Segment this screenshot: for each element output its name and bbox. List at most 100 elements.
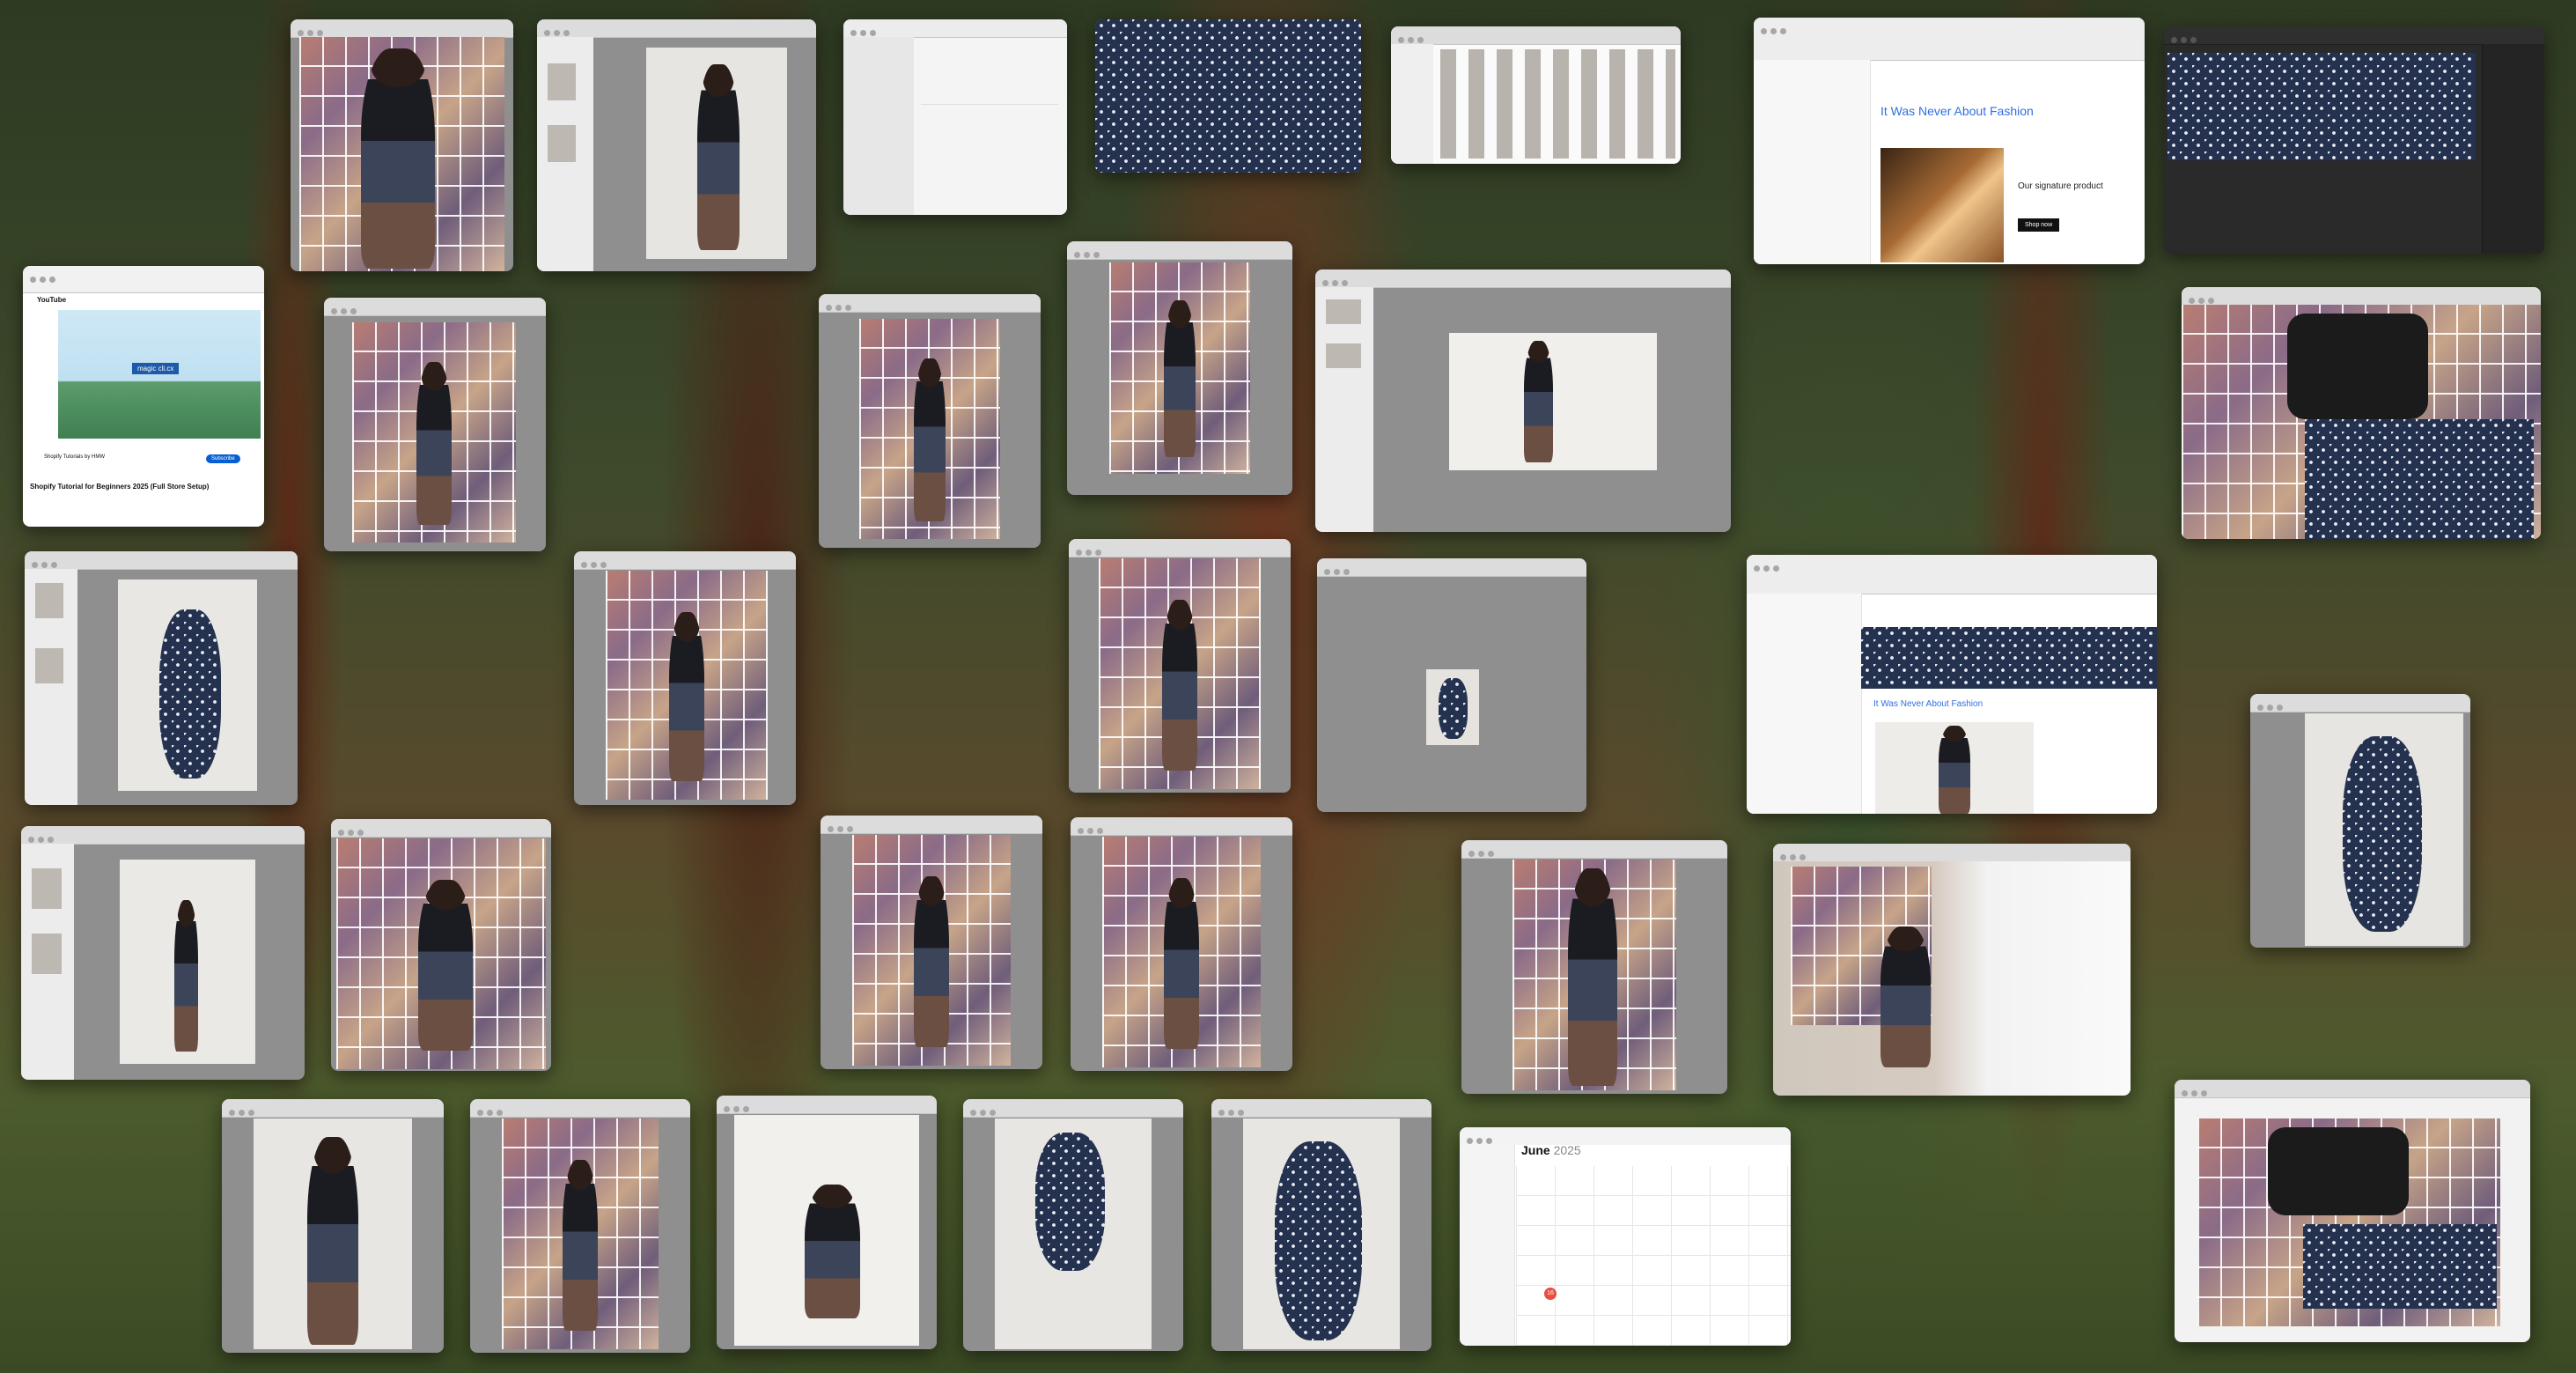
settings-window[interactable] [843,19,1067,215]
window-titlebar[interactable] [843,19,1067,38]
photo-window[interactable] [1071,817,1292,1071]
thumbnail[interactable] [32,868,62,909]
photo-window[interactable] [291,19,513,271]
window-titlebar[interactable] [324,298,546,316]
editor-heading[interactable]: It Was Never About Fashion [1873,699,1983,709]
window-controls[interactable] [1398,32,1433,43]
window-controls[interactable] [2171,32,2206,43]
preview-window[interactable] [25,551,298,805]
website-editor-window[interactable]: It Was Never About Fashion [1747,555,2157,814]
window-controls[interactable] [1467,1133,1502,1144]
channel-name[interactable]: Shopify Tutorials by HMW [44,454,105,460]
calendar-toolbar[interactable] [1460,1127,1791,1145]
photo-window[interactable] [1067,241,1292,495]
window-controls[interactable] [970,1104,1005,1116]
photo-window[interactable] [574,551,796,805]
window-titlebar[interactable] [222,1099,444,1118]
window-titlebar[interactable] [537,19,816,38]
preview-window[interactable] [1317,558,1586,812]
window-titlebar[interactable] [1317,558,1586,577]
photo-window[interactable] [1069,539,1291,793]
adjustments-panel[interactable] [2482,44,2544,254]
photo-window[interactable] [2182,287,2541,539]
window-titlebar[interactable] [2182,287,2541,306]
window-titlebar[interactable] [21,826,305,845]
youtube-window[interactable]: YouTube magic cli.cx Shopify Tutorial fo… [23,266,264,527]
window-controls[interactable] [828,821,863,832]
thumbnail[interactable] [548,63,576,100]
window-controls[interactable] [1218,1104,1254,1116]
window-titlebar[interactable] [821,816,1042,834]
window-controls[interactable] [477,1104,512,1116]
calendar-sidebar[interactable] [1460,1145,1515,1346]
browser-toolbar[interactable] [1754,18,2145,61]
photo-window[interactable] [1773,844,2131,1096]
calendar-grid[interactable] [1516,1166,1791,1346]
photo-editor-window[interactable] [2164,26,2544,254]
window-titlebar[interactable] [1069,539,1291,557]
window-titlebar[interactable] [2175,1080,2530,1098]
window-controls[interactable] [1780,849,1815,860]
thumbnail-sidebar[interactable] [21,844,74,1080]
window-controls[interactable] [581,557,616,568]
thumbnail[interactable] [35,648,63,683]
window-controls[interactable] [32,557,67,568]
window-controls[interactable] [2182,1085,2217,1096]
window-controls[interactable] [28,831,63,843]
window-controls[interactable] [1078,823,1113,834]
settings-sidebar[interactable] [843,37,914,215]
thumbnail-sidebar[interactable] [537,37,593,271]
thumbnail[interactable] [548,125,576,162]
window-controls[interactable] [30,271,65,283]
preview-window[interactable] [21,826,305,1080]
thumbnail-sidebar[interactable] [25,569,77,805]
window-controls[interactable] [724,1101,759,1112]
window-controls[interactable] [2257,699,2293,711]
video-player[interactable]: magic cli.cx [58,310,261,439]
photo-window[interactable] [963,1099,1183,1351]
finder-sidebar[interactable] [1391,44,1433,164]
finder-window[interactable] [1391,26,1681,164]
photo-window[interactable] [1095,19,1361,173]
thumbnail[interactable] [1326,343,1361,368]
editor-settings-panel[interactable] [1747,594,1862,814]
photo-window[interactable] [1211,1099,1432,1351]
window-titlebar[interactable] [1067,241,1292,260]
window-controls[interactable] [544,25,579,36]
photo-window[interactable] [821,816,1042,1069]
window-titlebar[interactable] [25,551,298,570]
today-marker[interactable]: 16 [1544,1288,1557,1300]
photo-window[interactable] [1461,840,1727,1094]
photo-window[interactable] [324,298,546,551]
window-controls[interactable] [1754,560,1789,572]
window-controls[interactable] [1324,564,1359,575]
browser-toolbar[interactable] [1747,555,2157,594]
photo-window[interactable] [331,819,551,1071]
window-controls[interactable] [1468,845,1504,857]
window-controls[interactable] [1761,23,1796,34]
window-titlebar[interactable] [963,1099,1183,1118]
window-titlebar[interactable] [1461,840,1727,859]
window-titlebar[interactable] [331,819,551,838]
preview-window[interactable] [537,19,816,271]
window-controls[interactable] [331,303,366,314]
thumbnail[interactable] [35,583,63,618]
photo-window[interactable] [2250,694,2470,948]
window-titlebar[interactable] [1773,844,2131,862]
window-controls[interactable] [2189,292,2224,304]
window-titlebar[interactable] [1391,26,1681,45]
window-controls[interactable] [850,25,886,36]
window-titlebar[interactable] [470,1099,690,1118]
window-controls[interactable] [338,824,373,836]
photo-window[interactable] [470,1099,690,1353]
window-controls[interactable] [1074,247,1109,258]
browser-toolbar[interactable] [23,266,264,293]
window-controls[interactable] [826,299,861,311]
editor-settings-panel[interactable] [1754,60,1871,264]
editor-heading[interactable]: It Was Never About Fashion [1880,104,2034,118]
photo-window[interactable] [819,294,1041,548]
window-controls[interactable] [298,25,333,36]
window-titlebar[interactable] [2164,26,2544,45]
preview-window[interactable] [1315,269,1731,532]
thumbnail[interactable] [1326,299,1361,324]
